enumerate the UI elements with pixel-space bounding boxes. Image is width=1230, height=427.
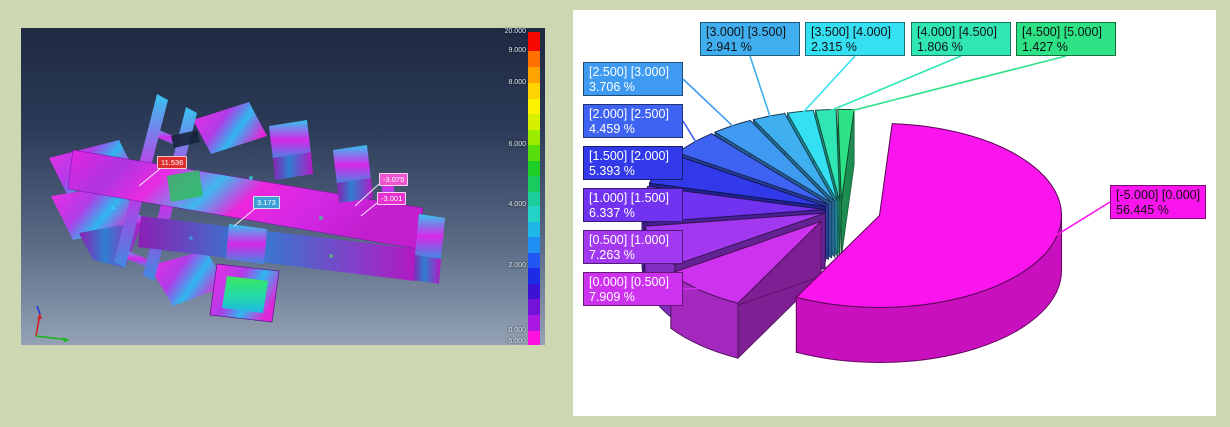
scale-tick: 9.000: [486, 47, 526, 55]
pie-label: [-5.000] [0.000]56.445 %: [1110, 185, 1206, 219]
scale-segment: [528, 268, 540, 284]
pie-label-range: [0.500] [1.000]: [589, 233, 677, 248]
deviation-annotation[interactable]: -3.075: [379, 173, 408, 186]
scale-segment: [528, 32, 540, 51]
pie-leader-line: [846, 56, 1066, 112]
pie-label: [1.000] [1.500]6.337 %: [583, 188, 683, 222]
scale-segment: [528, 114, 540, 130]
pie-label-range: [2.500] [3.000]: [589, 65, 677, 80]
scale-segment: [528, 145, 540, 161]
pie-label: [2.500] [3.000]3.706 %: [583, 62, 683, 96]
scale-tick: 2.000: [486, 262, 526, 270]
scale-segment: [528, 206, 540, 222]
pie-label-value: 1.806 %: [917, 40, 1005, 55]
viewport-3d[interactable]: 11.536 3.173 -3.075 -3.001 20.000 9.000 …: [21, 28, 545, 345]
scale-tick: 6.000: [486, 141, 526, 149]
pie-label-value: 1.427 %: [1022, 40, 1110, 55]
pie-label: [2.000] [2.500]4.459 %: [583, 104, 683, 138]
scale-segment: [528, 284, 540, 299]
scale-segment: [528, 331, 540, 345]
scale-tick: 4.000: [486, 201, 526, 209]
pie-label-value: 2.941 %: [706, 40, 794, 55]
pie-label: [3.500] [4.000]2.315 %: [805, 22, 905, 56]
scale-segment: [528, 83, 540, 99]
pie-label-value: 2.315 %: [811, 40, 899, 55]
scale-segment: [528, 192, 540, 207]
pie-chart-panel: [-5.000] [0.000]56.445 %[0.000] [0.500]7…: [573, 10, 1216, 416]
scale-tick: 0.000: [486, 327, 526, 335]
deviation-annotation[interactable]: 11.536: [157, 156, 187, 169]
pie-slice: [838, 109, 854, 256]
pie-leader-line: [750, 56, 771, 119]
pie-label: [1.500] [2.000]5.393 %: [583, 146, 683, 180]
pie-label: [0.500] [1.000]7.263 %: [583, 230, 683, 264]
scale-segment: [528, 51, 540, 67]
pie-label: [4.500] [5.000]1.427 %: [1016, 22, 1116, 56]
pie-label-range: [1.500] [2.000]: [589, 149, 677, 164]
pie-label-range: [3.000] [3.500]: [706, 25, 794, 40]
color-scale-bar[interactable]: [528, 32, 540, 345]
pie-label-range: [3.500] [4.000]: [811, 25, 899, 40]
scale-tick: 20.000: [486, 28, 526, 36]
axis-triad-icon: [36, 306, 69, 342]
scale-tick: 8.000: [486, 79, 526, 87]
pie-label: [0.000] [0.500]7.909 %: [583, 272, 683, 306]
pie-label-value: 56.445 %: [1116, 203, 1200, 218]
pie-label-value: 6.337 %: [589, 206, 677, 221]
pie-label-value: 7.909 %: [589, 290, 677, 305]
scale-segment: [528, 99, 540, 114]
scale-segment: [528, 130, 540, 145]
scale-segment: [528, 67, 540, 83]
scale-segment: [528, 315, 540, 331]
pie-leader-line: [683, 288, 704, 289]
scale-segment: [528, 299, 540, 315]
pie-label: [3.000] [3.500]2.941 %: [700, 22, 800, 56]
deviation-annotation[interactable]: -3.001: [377, 192, 406, 205]
pie-label-value: 3.706 %: [589, 80, 677, 95]
pie-leader-line: [801, 56, 855, 114]
scale-segment: [528, 161, 540, 176]
pie-label-value: 5.393 %: [589, 164, 677, 179]
scale-segment: [528, 176, 540, 192]
pie-label-range: [1.000] [1.500]: [589, 191, 677, 206]
pie-label: [4.000] [4.500]1.806 %: [911, 22, 1011, 56]
deviation-annotation[interactable]: 3.173: [253, 196, 280, 209]
pie-leader-line: [683, 79, 735, 128]
pie-leader-line: [683, 121, 697, 144]
scale-segment: [528, 253, 540, 268]
scale-segment: [528, 237, 540, 253]
deviation-model: [21, 28, 545, 345]
pie-label-range: [2.000] [2.500]: [589, 107, 677, 122]
pie-label-range: [4.000] [4.500]: [917, 25, 1005, 40]
pie-label-value: 4.459 %: [589, 122, 677, 137]
pie-label-range: [0.000] [0.500]: [589, 275, 677, 290]
scale-tick: -5.000: [486, 338, 526, 346]
scale-segment: [528, 222, 540, 237]
pie-label-value: 7.263 %: [589, 248, 677, 263]
pie-label-range: [-5.000] [0.000]: [1116, 188, 1200, 203]
pie-label-range: [4.500] [5.000]: [1022, 25, 1110, 40]
